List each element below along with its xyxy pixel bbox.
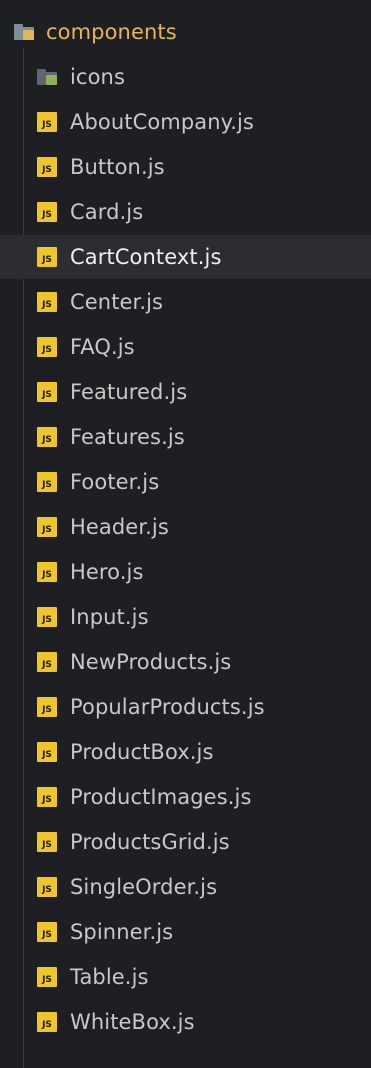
- js-file-icon: JS: [37, 787, 57, 807]
- file-label: Footer.js: [70, 469, 160, 494]
- file-item-aboutcompany[interactable]: JS AboutCompany.js: [0, 100, 371, 144]
- js-file-icon: JS: [37, 202, 57, 222]
- file-item-features[interactable]: JS Features.js: [0, 415, 371, 459]
- file-explorer: components icons JS AboutCompany.js JS B…: [0, 0, 371, 1068]
- file-label: AboutCompany.js: [70, 109, 254, 134]
- file-label: Button.js: [70, 154, 165, 179]
- file-item-footer[interactable]: JS Footer.js: [0, 460, 371, 504]
- file-label: Input.js: [70, 604, 149, 629]
- file-label: PopularProducts.js: [70, 694, 265, 719]
- file-item-productbox[interactable]: JS ProductBox.js: [0, 730, 371, 774]
- js-file-icon: JS: [37, 292, 57, 312]
- js-file-icon: JS: [37, 112, 57, 132]
- js-file-icon: JS: [37, 742, 57, 762]
- js-file-icon: JS: [37, 652, 57, 672]
- js-file-icon: JS: [37, 562, 57, 582]
- file-label: Spinner.js: [70, 919, 174, 944]
- file-label: Header.js: [70, 514, 169, 539]
- file-label: CartContext.js: [70, 244, 222, 269]
- file-item-featured[interactable]: JS Featured.js: [0, 370, 371, 414]
- js-file-icon: JS: [37, 247, 57, 267]
- file-label: NewProducts.js: [70, 649, 232, 674]
- file-item-singleorder[interactable]: JS SingleOrder.js: [0, 865, 371, 909]
- file-item-productimages[interactable]: JS ProductImages.js: [0, 775, 371, 819]
- file-item-hero[interactable]: JS Hero.js: [0, 550, 371, 594]
- file-item-newproducts[interactable]: JS NewProducts.js: [0, 640, 371, 684]
- js-file-icon: JS: [37, 157, 57, 177]
- file-item-cartcontext[interactable]: JS CartContext.js: [0, 235, 371, 279]
- js-file-icon: JS: [37, 832, 57, 852]
- file-item-center[interactable]: JS Center.js: [0, 280, 371, 324]
- folder-label: components: [46, 19, 177, 44]
- file-item-header[interactable]: JS Header.js: [0, 505, 371, 549]
- file-item-input[interactable]: JS Input.js: [0, 595, 371, 639]
- file-item-popularproducts[interactable]: JS PopularProducts.js: [0, 685, 371, 729]
- file-item-card[interactable]: JS Card.js: [0, 190, 371, 234]
- file-label: Featured.js: [70, 379, 188, 404]
- js-file-icon: JS: [37, 427, 57, 447]
- file-label: FAQ.js: [70, 334, 135, 359]
- file-item-productsgrid[interactable]: JS ProductsGrid.js: [0, 820, 371, 864]
- folder-icon: [14, 24, 34, 40]
- js-file-icon: JS: [37, 607, 57, 627]
- js-file-icon: JS: [37, 1012, 57, 1032]
- file-label: SingleOrder.js: [70, 874, 218, 899]
- file-item-table[interactable]: JS Table.js: [0, 955, 371, 999]
- file-label: ProductBox.js: [70, 739, 214, 764]
- folder-icon: [37, 69, 57, 85]
- file-item-faq[interactable]: JS FAQ.js: [0, 325, 371, 369]
- js-file-icon: JS: [37, 697, 57, 717]
- file-label: ProductsGrid.js: [70, 829, 230, 854]
- js-file-icon: JS: [37, 472, 57, 492]
- file-label: ProductImages.js: [70, 784, 252, 809]
- file-label: Center.js: [70, 289, 164, 314]
- js-file-icon: JS: [37, 517, 57, 537]
- file-label: Card.js: [70, 199, 144, 224]
- folder-icons[interactable]: icons: [0, 55, 371, 99]
- file-item-whitebox[interactable]: JS WhiteBox.js: [0, 1000, 371, 1044]
- file-label: Table.js: [70, 964, 149, 989]
- file-label: Features.js: [70, 424, 185, 449]
- js-file-icon: JS: [37, 382, 57, 402]
- folder-components[interactable]: components: [0, 10, 371, 54]
- js-file-icon: JS: [37, 877, 57, 897]
- file-item-button[interactable]: JS Button.js: [0, 145, 371, 189]
- file-label: Hero.js: [70, 559, 144, 584]
- folder-label: icons: [70, 64, 125, 89]
- file-label: WhiteBox.js: [70, 1009, 195, 1034]
- js-file-icon: JS: [37, 337, 57, 357]
- js-file-icon: JS: [37, 922, 57, 942]
- js-file-icon: JS: [37, 967, 57, 987]
- file-item-spinner[interactable]: JS Spinner.js: [0, 910, 371, 954]
